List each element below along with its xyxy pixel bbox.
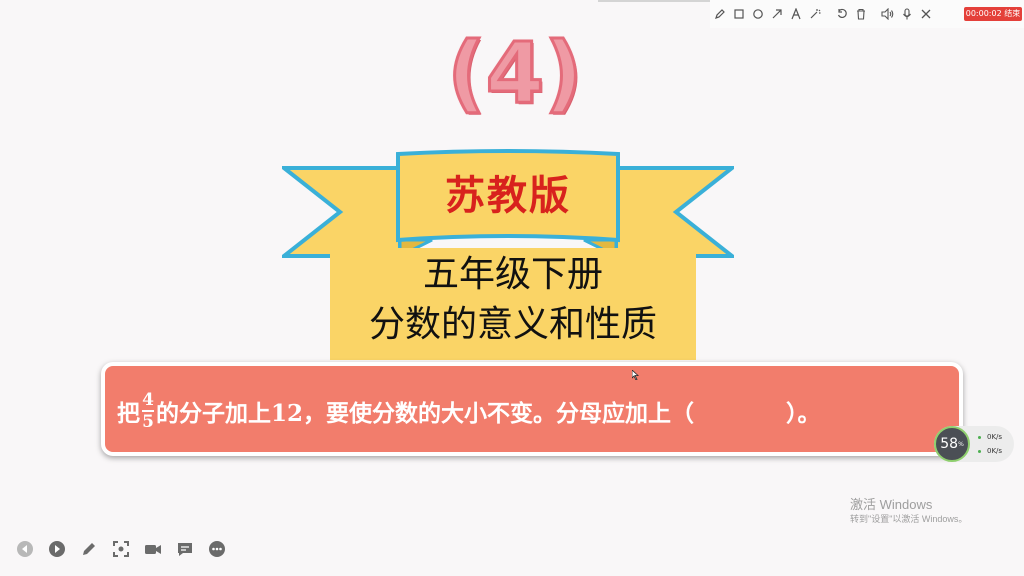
- speaker-icon[interactable]: [878, 2, 897, 26]
- unit-title: 分数的意义和性质: [368, 304, 657, 345]
- close-icon[interactable]: [916, 2, 935, 26]
- circle-icon[interactable]: [748, 2, 767, 26]
- camera-button[interactable]: [142, 538, 164, 560]
- more-icon: [209, 541, 225, 557]
- pen-tool-button[interactable]: [78, 538, 100, 560]
- fraction-numerator: 4: [142, 390, 154, 410]
- network-speed-widget[interactable]: 58% 0K/s 0K/s: [934, 426, 1014, 462]
- trash-icon[interactable]: [851, 2, 870, 26]
- text-icon[interactable]: [786, 2, 805, 26]
- cpu-percent: 58: [940, 436, 959, 452]
- activate-windows-title: 激活 Windows: [850, 497, 933, 512]
- download-speed: 0K/s: [978, 447, 1002, 455]
- mouse-cursor-icon: [632, 370, 640, 380]
- download-unit: K/s: [991, 447, 1003, 455]
- question-prefix: 把: [117, 400, 140, 427]
- pencil-icon: [83, 543, 95, 555]
- recording-time: 00:00:02: [965, 9, 1002, 18]
- upload-speed: 0K/s: [978, 433, 1002, 441]
- fraction-denominator: 5: [142, 412, 154, 432]
- recording-timer-button[interactable]: 00:00:02 结束: [964, 7, 1022, 21]
- activate-windows-hint: 转到"设置"以激活 Windows。: [850, 514, 968, 524]
- cpu-usage-gauge: 58%: [934, 426, 970, 462]
- upload-dot-icon: [978, 435, 981, 439]
- slideshow-controls: [14, 538, 228, 560]
- arrow-icon[interactable]: [767, 2, 786, 26]
- question-banner: 把 4 5 的分子加上12，要使分数的大小不变。分母应加上（ ）。: [101, 362, 963, 456]
- crop-focus-icon: [113, 541, 129, 557]
- publisher-label: 苏教版: [445, 172, 571, 219]
- microphone-icon[interactable]: [897, 2, 916, 26]
- recording-end-label: 结束: [1004, 9, 1021, 18]
- upload-unit: K/s: [991, 433, 1003, 441]
- cpu-percent-unit: %: [958, 440, 964, 448]
- more-options-button[interactable]: [206, 538, 228, 560]
- recorder-progress-bar: [598, 0, 710, 2]
- next-icon: [49, 541, 65, 557]
- download-dot-icon: [978, 449, 981, 453]
- next-slide-button[interactable]: [46, 538, 68, 560]
- question-suffix: 的分子加上12，要使分数的大小不变。分母应加上（ ）。: [156, 400, 821, 427]
- question-text: 把 4 5 的分子加上12，要使分数的大小不变。分母应加上（ ）。: [117, 388, 821, 434]
- screenshot-button[interactable]: [110, 538, 132, 560]
- comment-button[interactable]: [174, 538, 196, 560]
- undo-icon[interactable]: [832, 2, 851, 26]
- lesson-number: (4): [446, 23, 584, 124]
- grade-label: 五年级下册: [422, 254, 603, 295]
- subject-panel: 五年级下册 分数的意义和性质: [330, 248, 696, 360]
- rectangle-icon[interactable]: [729, 2, 748, 26]
- previous-slide-button[interactable]: [14, 538, 36, 560]
- fraction: 4 5: [142, 390, 154, 432]
- magic-wand-icon[interactable]: [805, 2, 824, 26]
- video-camera-icon: [145, 545, 161, 554]
- pen-icon[interactable]: [710, 2, 729, 26]
- previous-icon: [17, 541, 33, 557]
- comment-icon: [178, 543, 192, 556]
